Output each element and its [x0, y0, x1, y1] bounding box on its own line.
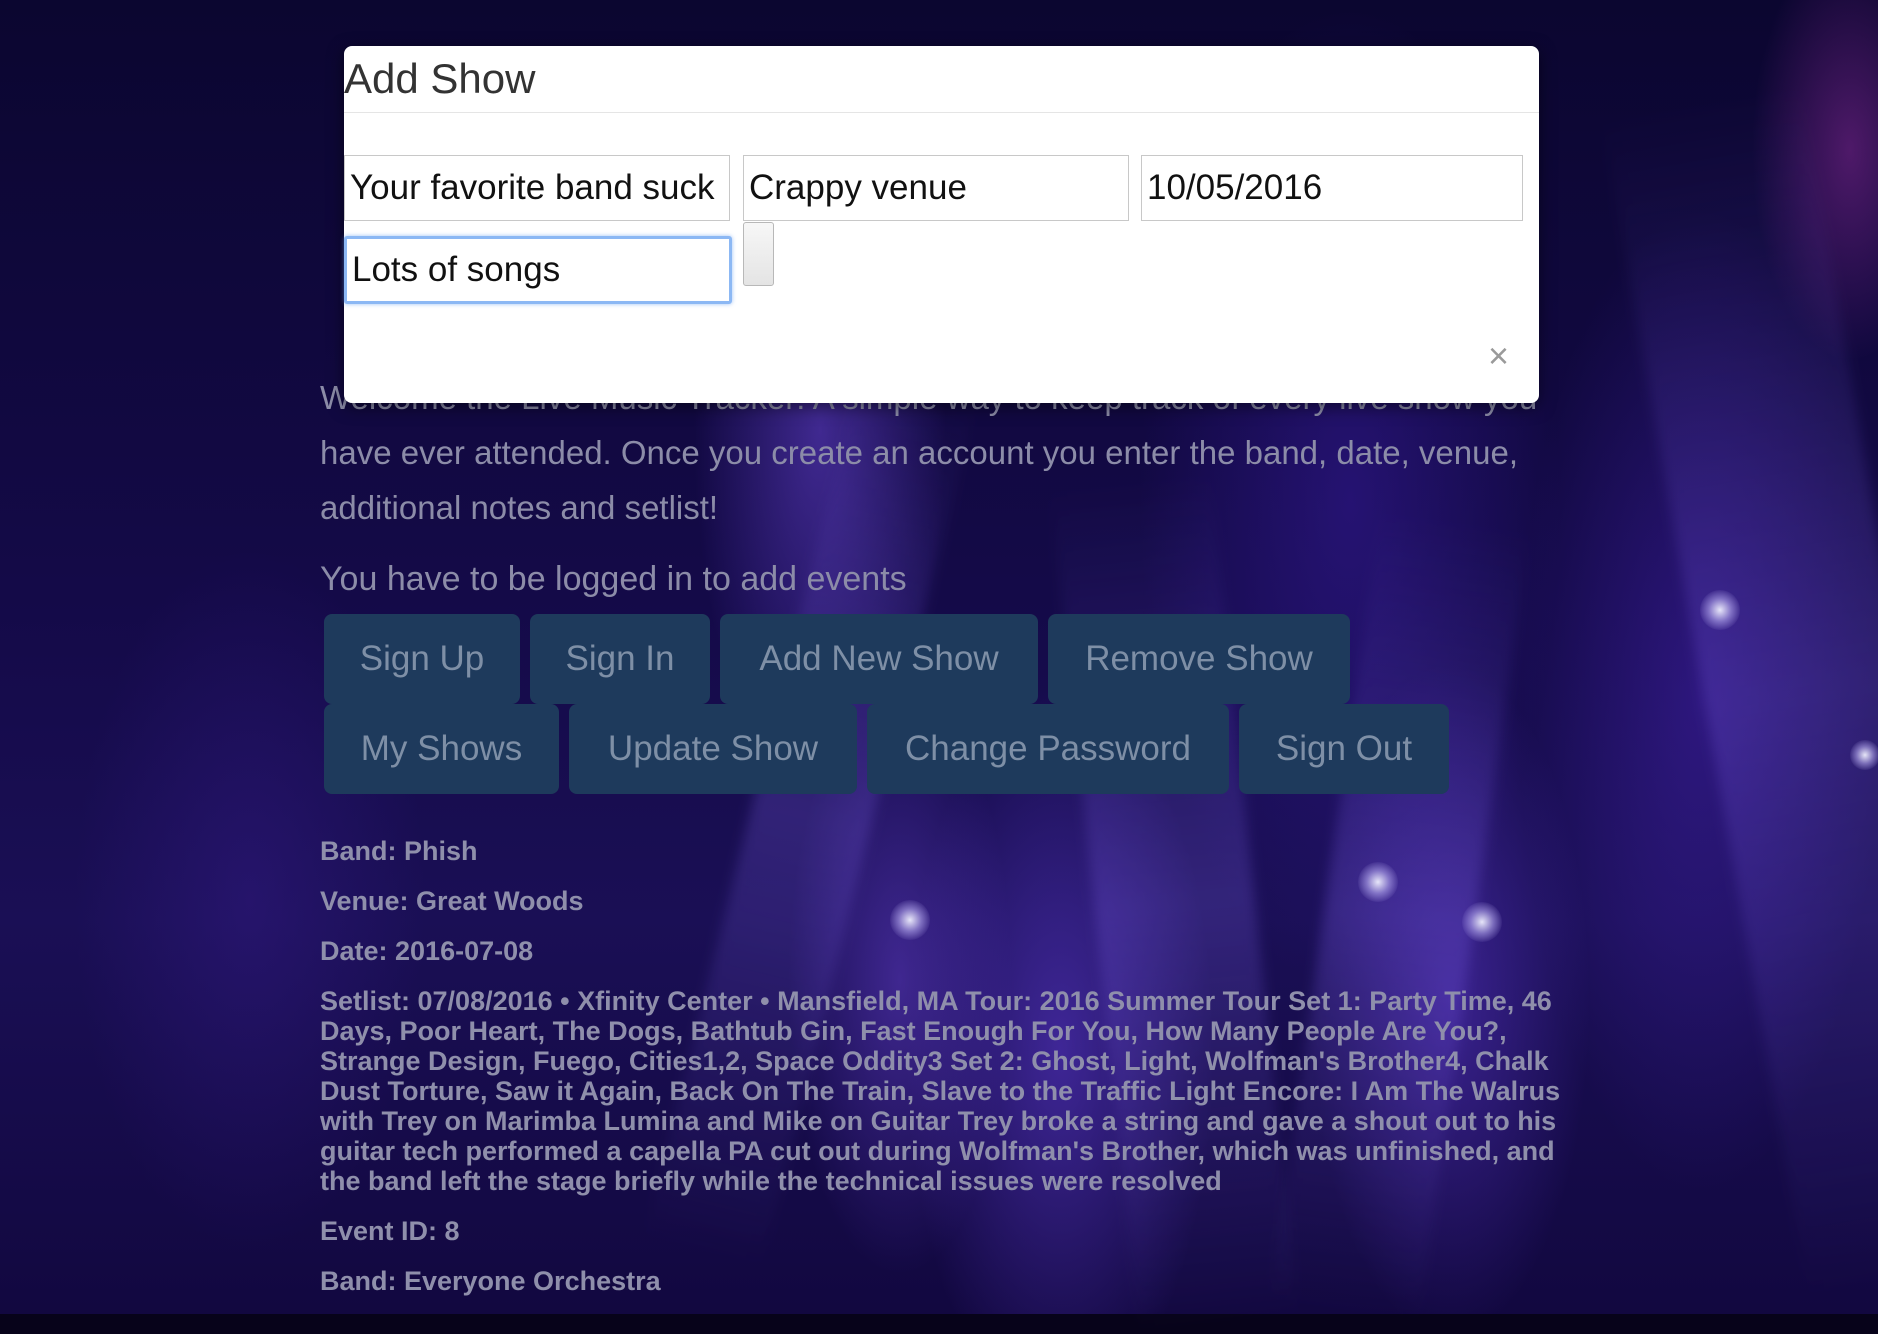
login-note: You have to be logged in to add events: [320, 560, 907, 598]
add-show-modal: Add Show ×: [344, 46, 1539, 403]
date-field[interactable]: [1141, 155, 1523, 221]
sign-up-button[interactable]: Sign Up: [324, 614, 520, 704]
update-show-button[interactable]: Update Show: [569, 704, 857, 794]
event-id: Event ID: 8: [320, 1216, 460, 1246]
modal-title: Add Show: [344, 46, 1539, 113]
event-date: Date: 2016-07-08: [320, 936, 534, 966]
my-shows-button[interactable]: My Shows: [324, 704, 559, 794]
event-band: Band: Phish: [320, 836, 478, 866]
add-new-show-button[interactable]: Add New Show: [720, 614, 1038, 704]
change-password-button[interactable]: Change Password: [867, 704, 1229, 794]
event-setlist: Setlist: 07/08/2016 • Xfinity Center • M…: [320, 986, 1561, 1196]
remove-show-button[interactable]: Remove Show: [1048, 614, 1350, 704]
button-row: My Shows Update Show Change Password Sig…: [324, 704, 1449, 794]
submit-button[interactable]: [743, 222, 774, 286]
events-list: Band: Phish Venue: Great Woods Date: 201…: [320, 836, 1570, 1316]
close-icon[interactable]: ×: [1488, 338, 1509, 374]
sign-out-button[interactable]: Sign Out: [1239, 704, 1449, 794]
sign-in-button[interactable]: Sign In: [530, 614, 710, 704]
button-row: Sign Up Sign In Add New Show Remove Show: [324, 614, 1350, 704]
event-band: Band: Everyone Orchestra: [320, 1266, 661, 1296]
notes-field[interactable]: [344, 236, 732, 304]
event-venue: Venue: Great Woods: [320, 886, 584, 916]
venue-field[interactable]: [743, 155, 1129, 221]
band-field[interactable]: [344, 155, 730, 221]
